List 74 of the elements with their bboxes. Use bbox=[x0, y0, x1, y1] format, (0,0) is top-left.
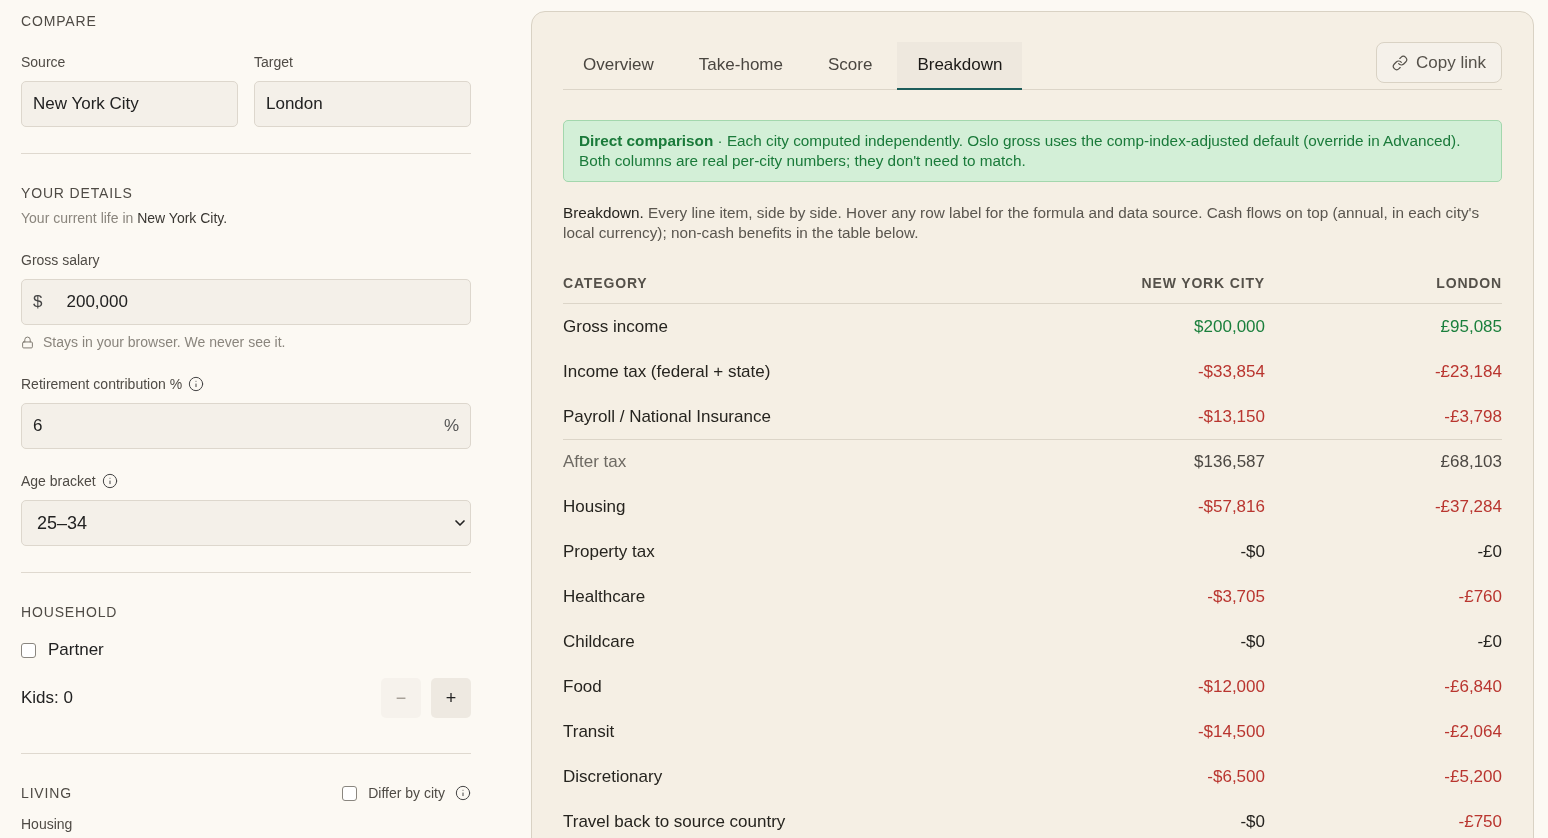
table-cell-text: -£37,284 bbox=[1434, 495, 1502, 518]
row-label: Housing bbox=[563, 495, 626, 518]
section-heading: HOUSEHOLD bbox=[21, 603, 119, 622]
table-cell-text: -£3,798 bbox=[1444, 405, 1502, 428]
section-subtitle: Your current life in New York City. bbox=[21, 209, 229, 228]
table-cell-text: -£760 bbox=[1458, 585, 1502, 608]
input-field[interactable]: New York City bbox=[21, 81, 238, 127]
checkbox-label[interactable]: Partner bbox=[48, 640, 104, 660]
info-icon[interactable] bbox=[101, 473, 118, 489]
info-banner: Direct comparison · Each city computed independently. Oslo gross uses the comp-index-adjusted default (override in Advanced). Both columns are real per-city numbers; they don't need to match. bbox=[563, 120, 1502, 182]
info-icon[interactable] bbox=[188, 376, 205, 392]
field-label: Retirement contribution % bbox=[21, 375, 183, 394]
tab[interactable]: Breakdown bbox=[897, 42, 1023, 90]
stepper-button[interactable]: + bbox=[431, 678, 471, 718]
row-label: After tax bbox=[563, 451, 627, 474]
section-heading: LIVING bbox=[21, 784, 72, 803]
tab[interactable]: Overview bbox=[563, 42, 674, 90]
row-label: Childcare bbox=[563, 630, 635, 653]
row-label: Property tax bbox=[563, 540, 655, 563]
field-label: Gross salary bbox=[21, 251, 101, 270]
table-cell-text: -$57,816 bbox=[1197, 495, 1265, 518]
link-icon bbox=[1392, 54, 1409, 71]
row-label: Income tax (federal + state) bbox=[563, 360, 771, 383]
table-cell-text: -£0 bbox=[1477, 540, 1502, 563]
table-cell-text: -£750 bbox=[1458, 810, 1502, 833]
table-cell-text: $136,587 bbox=[1194, 451, 1265, 474]
tab[interactable]: Score bbox=[807, 42, 893, 90]
kids-count: Kids: 0 bbox=[21, 688, 73, 708]
table-cell-text: -$3,705 bbox=[1207, 585, 1265, 608]
table-cell-text: £68,103 bbox=[1440, 451, 1502, 474]
table-cell-text: -$33,854 bbox=[1197, 360, 1265, 383]
field-label: Source bbox=[21, 53, 67, 72]
column-header: CATEGORY bbox=[563, 273, 648, 293]
table-cell-text: -£6,840 bbox=[1444, 675, 1502, 698]
row-label: Gross income bbox=[563, 315, 668, 338]
row-label: Healthcare bbox=[563, 585, 646, 608]
info-icon[interactable] bbox=[455, 785, 471, 801]
table-cell-text: -£0 bbox=[1477, 630, 1502, 653]
table-cell-text: -£2,064 bbox=[1444, 720, 1502, 743]
select-field[interactable]: 25–34 bbox=[21, 500, 471, 546]
table-cell-text: -$14,500 bbox=[1197, 720, 1265, 743]
description-text: Breakdown. Every line item, side by side. Hover any row label for the formula and data source. Cash flows on top (annual, in each city's local currency); non-cash benefits in the table below. bbox=[563, 203, 1481, 243]
checkbox[interactable] bbox=[21, 642, 36, 658]
table-cell-text: -£5,200 bbox=[1444, 765, 1502, 788]
table-cell-text: -$6,500 bbox=[1207, 765, 1265, 788]
lock-icon bbox=[21, 335, 34, 349]
input-field[interactable]: London bbox=[254, 81, 471, 127]
input-field[interactable]: $ 200,000 bbox=[21, 279, 471, 325]
row-label: Payroll / National Insurance bbox=[563, 405, 771, 428]
table-cell-text: -$0 bbox=[1240, 810, 1265, 833]
section-heading: YOUR DETAILS bbox=[21, 184, 134, 203]
row-label: Discretionary bbox=[563, 765, 663, 788]
row-label: Transit bbox=[563, 720, 615, 743]
table-cell-text: -$12,000 bbox=[1197, 675, 1265, 698]
privacy-note: Stays in your browser. We never see it. bbox=[43, 333, 286, 352]
table-cell-text: -$0 bbox=[1240, 630, 1265, 653]
checkbox[interactable] bbox=[342, 785, 358, 801]
checkbox-label[interactable]: Differ by city bbox=[368, 783, 445, 803]
field-label: Age bracket bbox=[21, 472, 96, 491]
row-label: Food bbox=[563, 675, 602, 698]
table-cell-text: -$0 bbox=[1240, 540, 1265, 563]
copy-link-button[interactable]: Copy link bbox=[1376, 42, 1502, 83]
field-label: Target bbox=[254, 53, 294, 72]
column-header: NEW YORK CITY bbox=[1141, 273, 1265, 293]
column-header: LONDON bbox=[1436, 273, 1502, 293]
table-cell-text: -$13,150 bbox=[1197, 405, 1265, 428]
row-label: Travel back to source country bbox=[563, 810, 786, 833]
table-cell-text: £95,085 bbox=[1440, 315, 1502, 338]
field-label: Housing bbox=[21, 816, 74, 832]
table-cell-text: -£23,184 bbox=[1434, 360, 1502, 383]
input-field[interactable]: 6 % bbox=[21, 403, 471, 449]
table-cell-text: $200,000 bbox=[1194, 315, 1265, 338]
section-heading: COMPARE bbox=[21, 12, 98, 31]
tab[interactable]: Take-home bbox=[678, 42, 803, 90]
